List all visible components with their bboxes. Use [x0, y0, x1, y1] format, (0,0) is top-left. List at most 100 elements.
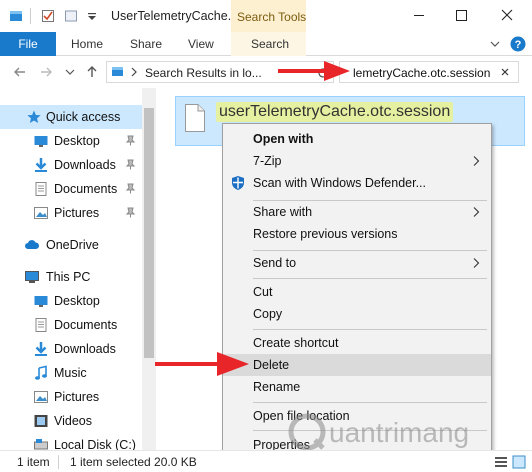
submenu-arrow-icon	[473, 207, 480, 217]
sidebar-item-label: Videos	[54, 414, 92, 428]
sidebar-scrollbar-thumb[interactable]	[144, 108, 154, 358]
menu-item-create-shortcut[interactable]: Create shortcut	[223, 332, 491, 354]
watermark-text: uantrimang	[329, 417, 469, 448]
computer-icon	[25, 271, 39, 283]
sidebar-item-downloads-pc[interactable]: Downloads	[0, 337, 142, 361]
file-tab[interactable]: File	[0, 32, 56, 56]
tab-home[interactable]: Home	[71, 32, 103, 56]
sidebar-item-label: Documents	[54, 318, 118, 332]
tab-search[interactable]: Search	[251, 32, 289, 56]
sidebar-item-label: Quick access	[46, 110, 121, 124]
selection-info: 1 item selected 20.0 KB	[70, 455, 197, 469]
svg-text:?: ?	[515, 39, 522, 51]
ribbon-tabs: File Home Share View Search ?	[0, 32, 532, 56]
tab-view[interactable]: View	[188, 32, 214, 56]
sidebar-item-onedrive[interactable]: OneDrive	[0, 233, 142, 257]
window-title: UserTelemetryCache...	[111, 9, 239, 23]
pictures-icon	[34, 207, 48, 219]
menu-item-restore-versions[interactable]: Restore previous versions	[223, 223, 491, 245]
sidebar-item-label: OneDrive	[46, 238, 99, 252]
search-tools-label: Search Tools	[237, 10, 307, 24]
menu-separator	[253, 278, 487, 279]
sidebar-item-desktop[interactable]: Desktop	[0, 129, 142, 153]
explorer-app-icon	[10, 11, 22, 21]
status-separator	[58, 455, 59, 469]
tab-share[interactable]: Share	[130, 32, 162, 56]
search-input[interactable]: lemetryCache.otc.session	[339, 61, 519, 83]
details-view-icon[interactable]	[494, 455, 508, 469]
address-path: Search Results in lo...	[145, 66, 262, 80]
properties-icon[interactable]	[40, 8, 56, 24]
menu-item-send-to[interactable]: Send to	[223, 252, 491, 274]
pin-icon[interactable]	[125, 183, 136, 194]
file-icon	[185, 104, 205, 132]
annotation-arrow-delete	[155, 352, 249, 376]
status-bar: 1 item 1 item selected 20.0 KB	[0, 450, 532, 472]
sidebar-item-videos[interactable]: Videos	[0, 409, 142, 433]
navigation-bar: Search Results in lo... lemetryCache.otc…	[0, 56, 532, 88]
sidebar-item-documents[interactable]: Documents	[0, 177, 142, 201]
help-icon[interactable]: ?	[509, 35, 527, 53]
video-icon	[34, 415, 48, 427]
star-icon	[27, 110, 41, 123]
submenu-arrow-icon	[473, 156, 480, 166]
search-tools-contextual-tab: Search Tools	[231, 0, 306, 32]
sidebar-item-pictures-pc[interactable]: Pictures	[0, 385, 142, 409]
menu-item-label: Create shortcut	[253, 336, 339, 350]
watermark-logo: uantrimang	[288, 413, 469, 451]
minimize-icon[interactable]	[398, 0, 440, 32]
forward-arrow-icon[interactable]	[36, 62, 56, 82]
disk-icon	[34, 439, 48, 450]
recent-locations-icon[interactable]	[60, 62, 80, 82]
pin-icon[interactable]	[125, 135, 136, 146]
sidebar-item-label: Desktop	[54, 294, 100, 308]
sidebar-item-documents-pc[interactable]: Documents	[0, 313, 142, 337]
breadcrumb-chevron-icon[interactable]	[129, 66, 139, 78]
customize-toolbar-icon[interactable]	[84, 8, 100, 24]
download-icon	[35, 342, 47, 356]
menu-item-share-with[interactable]: Share with	[223, 201, 491, 223]
annotation-arrow-search	[278, 61, 350, 81]
pin-icon[interactable]	[125, 207, 136, 218]
menu-item-open-with[interactable]: Open with	[223, 128, 491, 150]
new-folder-icon[interactable]	[63, 8, 79, 24]
sidebar-item-local-disk[interactable]: Local Disk (C:)	[0, 433, 142, 450]
sidebar-item-this-pc[interactable]: This PC	[0, 265, 142, 289]
sidebar-item-label: Documents	[54, 182, 118, 196]
context-menu: Open with 7-Zip Scan with Windows Defend…	[222, 123, 492, 458]
menu-item-label: Share with	[253, 205, 313, 219]
menu-separator	[253, 329, 487, 330]
menu-item-label: Open with	[253, 132, 314, 146]
sidebar-item-desktop-pc[interactable]: Desktop	[0, 289, 142, 313]
menu-item-label: Cut	[253, 285, 273, 299]
close-icon[interactable]	[486, 0, 528, 32]
sidebar-item-pictures[interactable]: Pictures	[0, 201, 142, 225]
menu-item-label: Rename	[253, 380, 301, 394]
up-arrow-icon[interactable]	[82, 62, 102, 82]
sidebar-item-label: Desktop	[54, 134, 100, 148]
download-icon	[35, 158, 47, 172]
submenu-arrow-icon	[473, 258, 480, 268]
expand-ribbon-icon[interactable]	[488, 37, 502, 51]
search-results-icon	[112, 67, 123, 76]
menu-item-delete[interactable]: Delete	[223, 354, 491, 376]
sidebar-item-quick-access[interactable]: Quick access	[0, 105, 142, 129]
menu-separator	[253, 402, 487, 403]
menu-item-cut[interactable]: Cut	[223, 281, 491, 303]
menu-item-copy[interactable]: Copy	[223, 303, 491, 325]
sidebar-item-downloads[interactable]: Downloads	[0, 153, 142, 177]
menu-item-label: Scan with Windows Defender...	[253, 176, 426, 190]
menu-item-7zip[interactable]: 7-Zip	[223, 150, 491, 172]
back-arrow-icon[interactable]	[10, 62, 30, 82]
menu-item-scan-defender[interactable]: Scan with Windows Defender...	[223, 172, 491, 194]
pictures-icon	[34, 391, 48, 403]
clear-search-icon[interactable]	[498, 65, 512, 79]
maximize-icon[interactable]	[440, 0, 482, 32]
menu-item-label: Send to	[253, 256, 297, 270]
pin-icon[interactable]	[125, 159, 136, 170]
sidebar-item-music[interactable]: Music	[0, 361, 142, 385]
menu-item-rename[interactable]: Rename	[223, 376, 491, 398]
item-count: 1 item	[17, 455, 50, 469]
desktop-icon	[34, 296, 48, 307]
large-icons-view-icon[interactable]	[512, 455, 526, 469]
